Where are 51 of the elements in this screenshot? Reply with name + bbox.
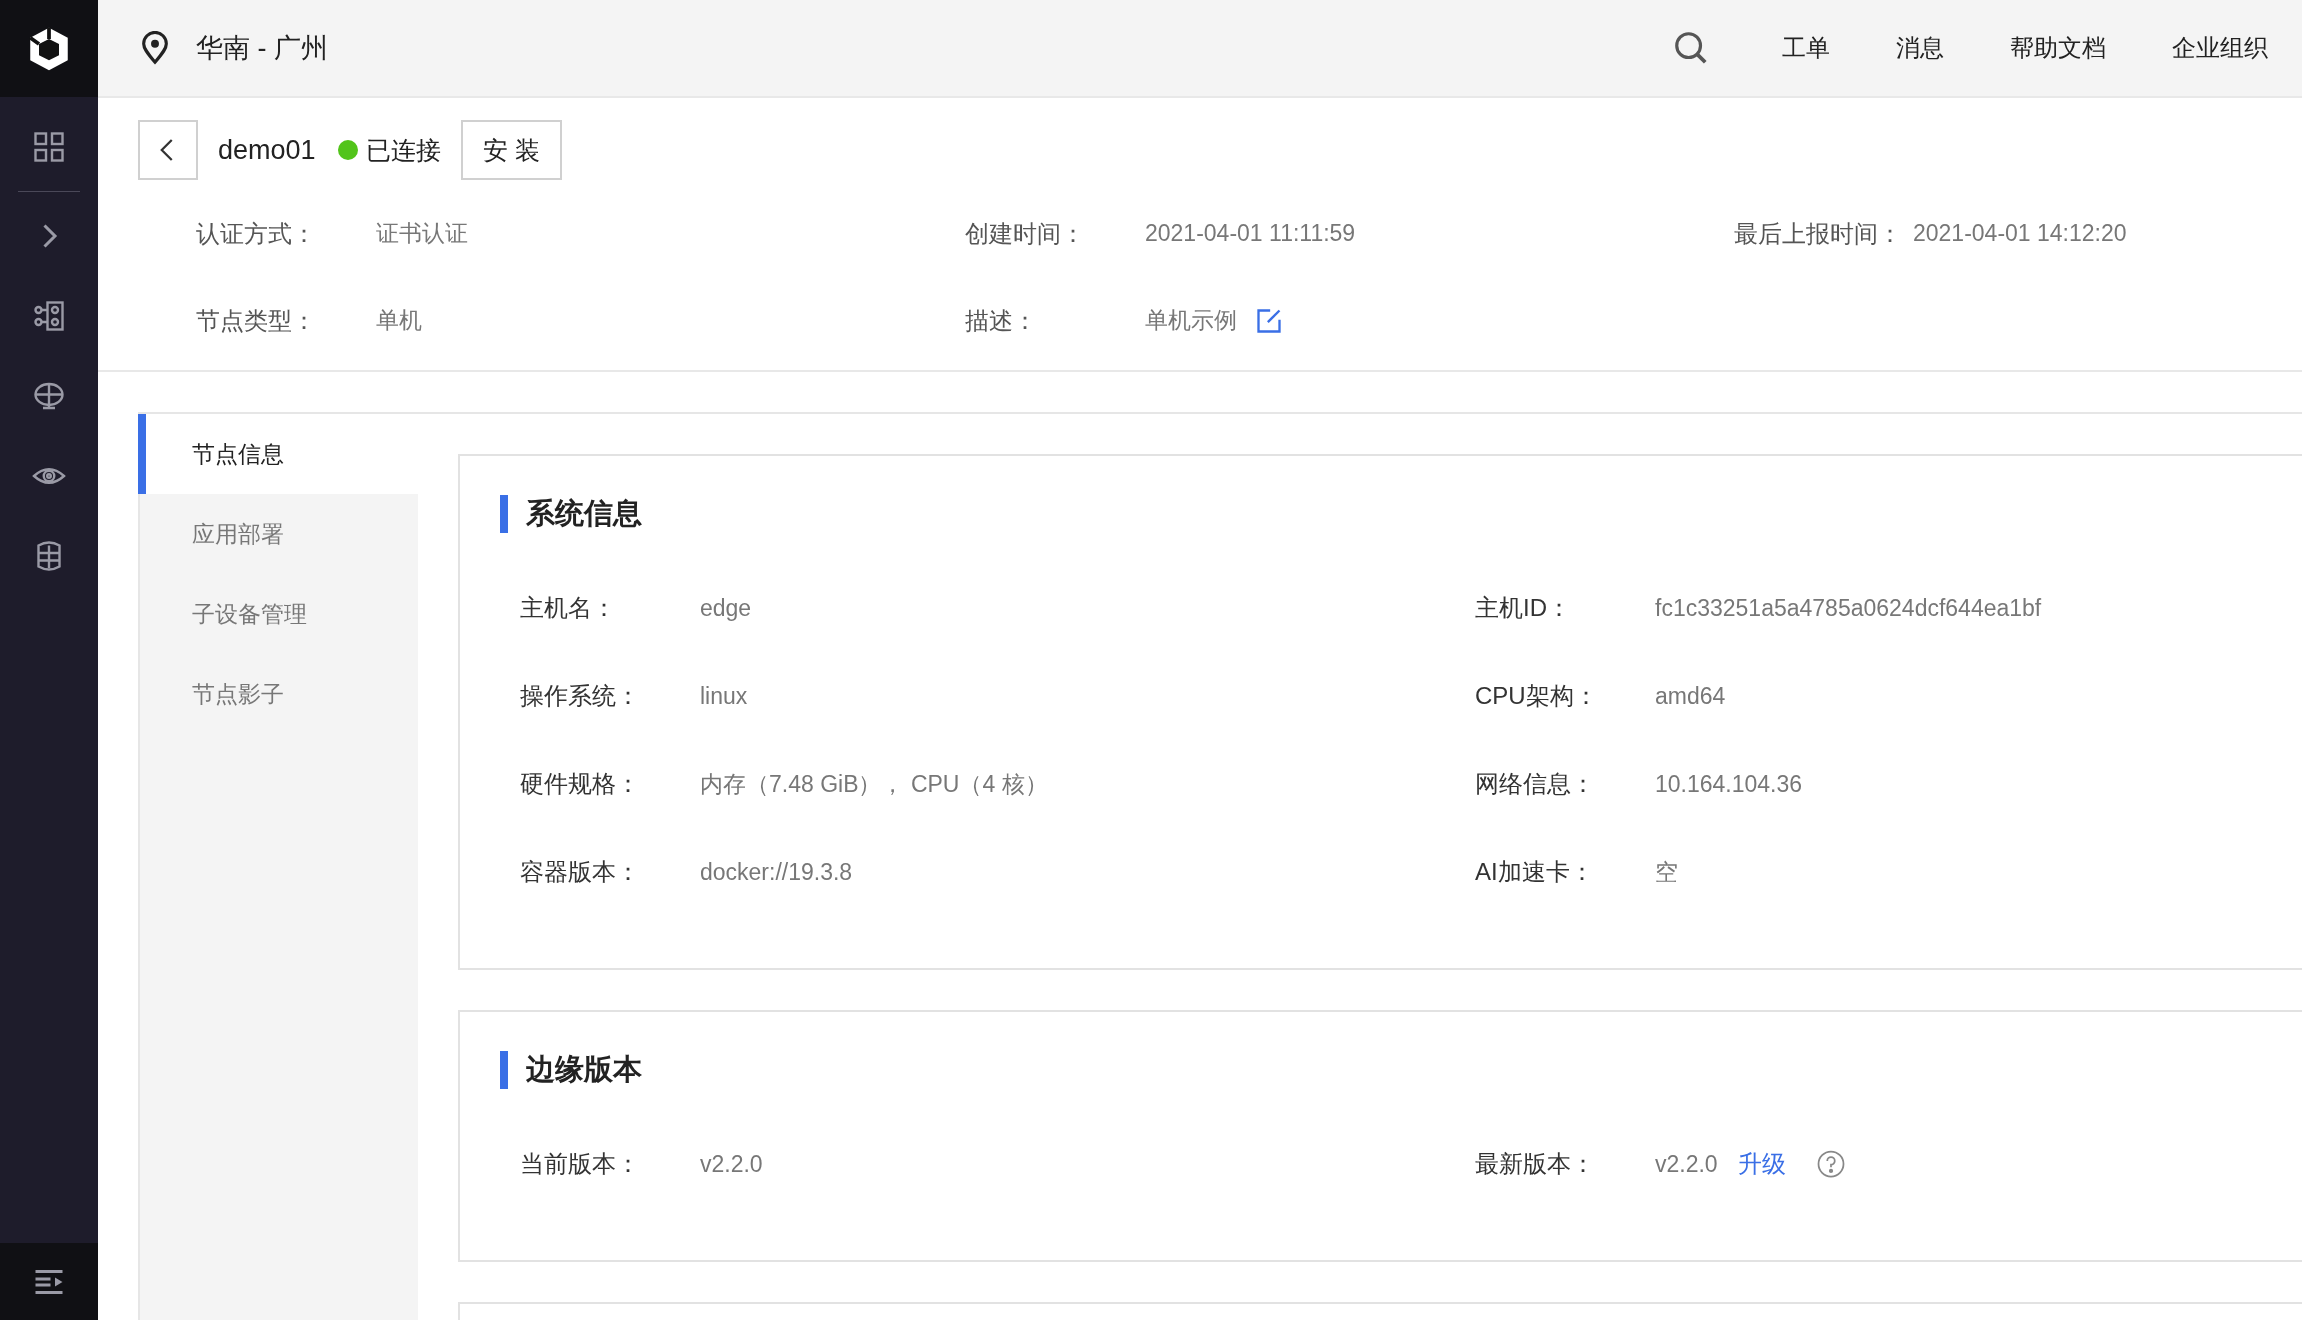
- tab[interactable]: 子设备管理: [138, 574, 418, 654]
- node-name: demo01: [218, 134, 316, 166]
- tab[interactable]: 节点信息: [138, 414, 418, 494]
- field-label: 当前版本：: [520, 1149, 641, 1179]
- field-value: v2.2.0: [700, 1150, 763, 1178]
- field-label: 最新版本：: [1475, 1149, 1596, 1179]
- help-icon[interactable]: [1815, 1149, 1846, 1179]
- field-value: 2021-04-01 11:11:59: [1145, 220, 1356, 247]
- field-label: 创建时间：: [965, 218, 1086, 249]
- field-value: 空: [1655, 857, 1678, 887]
- nav-link[interactable]: 工单: [1782, 32, 1830, 64]
- nav-link[interactable]: 消息: [1896, 32, 1944, 64]
- title-accent-bar: [500, 495, 508, 533]
- field-value: fc1c33251a5a4785a0624dcf644ea1bf: [1655, 594, 2042, 622]
- nav-link[interactable]: 企业组织: [2172, 32, 2268, 64]
- field-value: 证书认证: [376, 219, 468, 248]
- edit-icon[interactable]: [1255, 306, 1283, 335]
- tab[interactable]: 应用部署: [138, 494, 418, 574]
- field-value: amd64: [1655, 682, 1726, 710]
- field-label: 描述：: [965, 305, 1038, 336]
- field-value: 内存（7.48 GiB）， CPU（4 核）: [700, 769, 1048, 799]
- section-title: 边缘版本: [526, 1052, 642, 1087]
- module-tree-icon[interactable]: [31, 298, 67, 334]
- field-label: AI加速卡：: [1475, 857, 1595, 887]
- section-title: 系统信息: [526, 496, 642, 531]
- region-selector[interactable]: 华南 - 广州: [196, 30, 328, 66]
- field-value: linux: [700, 682, 748, 710]
- tab[interactable]: 节点影子: [138, 654, 418, 734]
- nav-link[interactable]: 帮助文档: [2010, 32, 2106, 64]
- field-value: v2.2.0: [1655, 1150, 1718, 1178]
- field-value: edge: [700, 594, 752, 622]
- field-label: 节点类型：: [196, 305, 317, 336]
- field-label: CPU架构：: [1475, 681, 1599, 711]
- install-button[interactable]: 安 装: [460, 120, 562, 180]
- grid-icon[interactable]: [31, 129, 67, 165]
- upgrade-link[interactable]: 升级: [1737, 1148, 1786, 1180]
- title-accent-bar: [500, 1051, 508, 1089]
- field-label: 容器版本：: [520, 857, 641, 887]
- field-value: docker://19.3.8: [700, 858, 853, 886]
- field-label: 操作系统：: [520, 681, 641, 711]
- field-label: 主机名：: [520, 593, 617, 623]
- field-value: 单机: [376, 306, 422, 335]
- field-value: 2021-04-01 14:12:20: [1913, 220, 2127, 247]
- field-value: 10.164.104.36: [1655, 770, 1803, 798]
- field-label: 认证方式：: [196, 218, 317, 249]
- field-label: 主机ID：: [1475, 593, 1572, 623]
- field-label: 网络信息：: [1475, 769, 1596, 799]
- field-value: 单机示例: [1145, 306, 1237, 335]
- field-label: 硬件规格：: [520, 769, 641, 799]
- status-text: 已连接: [365, 134, 441, 166]
- field-label: 最后上报时间：: [1734, 218, 1903, 249]
